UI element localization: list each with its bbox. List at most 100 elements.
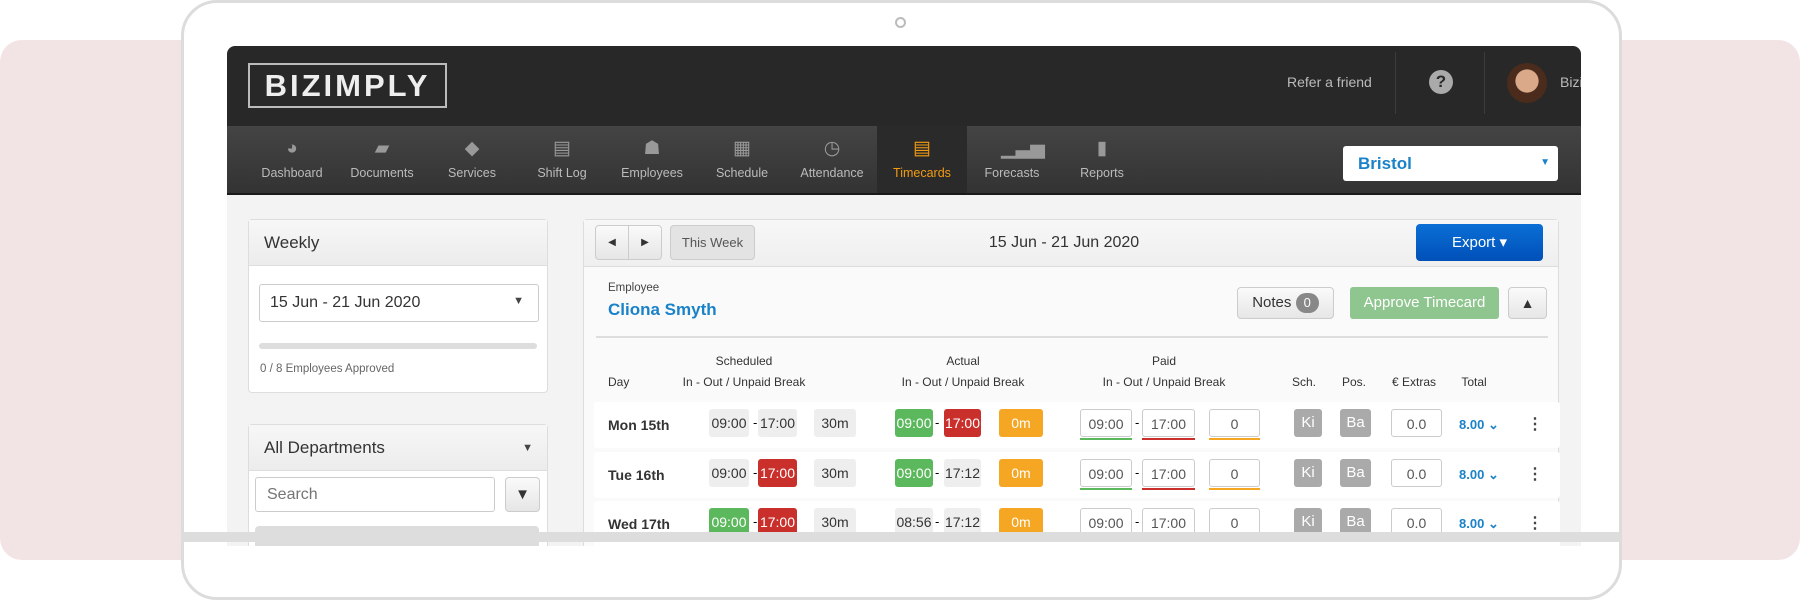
nav-label: Timecards <box>893 166 951 180</box>
extras-input[interactable]: 0.0 <box>1391 409 1442 437</box>
total-value: 8.00 <box>1459 516 1485 531</box>
forecasts-icon: ▁▃▅ <box>1001 138 1045 159</box>
employees-icon: ☗ <box>643 138 661 159</box>
refer-a-friend-link[interactable]: Refer a friend <box>1287 74 1372 90</box>
nav-item-timecards[interactable]: ▤ Timecards <box>877 126 967 193</box>
export-button[interactable]: Export ▾ <box>1416 224 1543 261</box>
caret-down-icon: ▼ <box>513 295 524 307</box>
dash: - <box>935 415 940 430</box>
total-value: 8.00 <box>1459 417 1485 432</box>
more-options-icon[interactable]: ⋮ <box>1527 513 1543 533</box>
chevron-down-icon: ⌄ <box>1487 467 1499 482</box>
nav-item-shift-log[interactable]: ▤ Shift Log <box>517 126 607 193</box>
dash: - <box>935 465 940 480</box>
dashboard-icon: ◕ <box>286 138 298 159</box>
filter-button[interactable]: ▼ <box>505 477 540 512</box>
departments-panel: All Departments ▼ ▼ <box>248 424 548 546</box>
timecard-panel: ◀ ▶ This Week 15 Jun - 21 Jun 2020 Expor… <box>583 219 1560 546</box>
position-badge: Ba <box>1340 409 1371 437</box>
paid-in-input[interactable]: 09:00 <box>1080 459 1132 487</box>
week-range-label: 15 Jun - 21 Jun 2020 <box>988 234 1140 251</box>
schedule-badge: Ki <box>1294 409 1322 437</box>
attendance-icon: ◷ <box>823 138 841 159</box>
in-indicator <box>1080 488 1132 490</box>
location-select[interactable]: Bristol ▼ <box>1343 146 1558 181</box>
caret-down-icon: ▼ <box>522 442 533 454</box>
actual-out: 17:12 <box>944 459 981 487</box>
nav-item-forecasts[interactable]: ▁▃▅ Forecasts <box>967 126 1057 193</box>
break-indicator <box>1209 488 1260 490</box>
departments-select[interactable]: All Departments ▼ <box>249 425 547 471</box>
total-dropdown[interactable]: 8.00 ⌄ <box>1459 516 1499 532</box>
divider <box>1395 52 1396 114</box>
position-badge: Ba <box>1340 459 1371 487</box>
reports-icon: ▮ <box>1096 138 1108 159</box>
more-options-icon[interactable]: ⋮ <box>1527 414 1543 434</box>
nav-item-services[interactable]: ◆ Services <box>427 126 517 193</box>
paid-in-input[interactable]: 09:00 <box>1080 409 1132 437</box>
table-row: Mon 15th 09:00-17:00 30m 09:00-17:00 0m 09:00… <box>594 402 1560 448</box>
in-indicator <box>1080 438 1132 440</box>
approve-timecard-button[interactable]: Approve Timecard <box>1350 287 1499 319</box>
paid-out-input[interactable]: 17:00 <box>1142 409 1195 437</box>
warning-icon: ▲ <box>1520 295 1535 311</box>
dash: - <box>753 415 758 430</box>
logo[interactable]: BIZIMPLY <box>248 63 447 108</box>
schedule-icon: ▦ <box>733 138 751 159</box>
week-range-value: 15 Jun - 21 Jun 2020 <box>270 294 421 311</box>
nav-item-reports[interactable]: ▮ Reports <box>1057 126 1147 193</box>
actual-in: 09:00 <box>895 409 933 437</box>
col-total: Total <box>1461 375 1487 389</box>
prev-week-button[interactable]: ◀ <box>595 225 629 260</box>
total-dropdown[interactable]: 8.00 ⌄ <box>1459 467 1499 483</box>
row-day: Tue 16th <box>608 467 665 483</box>
employee-name[interactable]: Cliona Smyth <box>608 300 717 320</box>
dash: - <box>1135 514 1140 529</box>
paid-out-input[interactable]: 17:00 <box>1142 459 1195 487</box>
dash: - <box>753 465 758 480</box>
user-name[interactable]: Bizi <box>1560 74 1581 90</box>
divider <box>596 336 1548 338</box>
total-dropdown[interactable]: 8.00 ⌄ <box>1459 417 1499 433</box>
warning-button[interactable]: ▲ <box>1508 287 1547 319</box>
timecard-toolbar: ◀ ▶ This Week 15 Jun - 21 Jun 2020 Expor… <box>584 220 1558 267</box>
notes-count-badge: 0 <box>1295 293 1319 313</box>
week-range-select[interactable]: 15 Jun - 21 Jun 2020 ▼ <box>259 284 539 322</box>
services-icon: ◆ <box>464 138 480 159</box>
nav-item-documents[interactable]: ▰ Documents <box>337 126 427 193</box>
timecards-icon: ▤ <box>913 138 931 159</box>
actual-break: 0m <box>999 409 1043 437</box>
search-input[interactable] <box>255 477 495 512</box>
nav-item-attendance[interactable]: ◷ Attendance <box>787 126 877 193</box>
nav-item-employees[interactable]: ☗ Employees <box>607 126 697 193</box>
avatar[interactable] <box>1507 63 1547 103</box>
nav-label: Services <box>448 166 496 180</box>
app-screen: BIZIMPLY Refer a friend ? Bizi ◕ Dashboar… <box>227 46 1581 546</box>
nav-label: Employees <box>621 166 683 180</box>
location-value: Bristol <box>1358 154 1412 173</box>
help-icon[interactable]: ? <box>1429 70 1453 94</box>
approval-progress-bar <box>259 343 537 349</box>
scheduled-in: 09:00 <box>709 409 749 437</box>
caret-right-icon: ▶ <box>641 237 649 248</box>
actual-in: 09:00 <box>895 459 933 487</box>
schedule-badge: Ki <box>1294 459 1322 487</box>
nav-item-schedule[interactable]: ▦ Schedule <box>697 126 787 193</box>
nav-item-dashboard[interactable]: ◕ Dashboard <box>247 126 337 193</box>
more-options-icon[interactable]: ⋮ <box>1527 464 1543 484</box>
top-header: BIZIMPLY Refer a friend ? Bizi <box>227 46 1581 126</box>
notes-button[interactable]: Notes 0 <box>1237 287 1334 319</box>
paid-break-input[interactable]: 0 <box>1209 459 1260 487</box>
nav-label: Attendance <box>800 166 864 180</box>
col-actual-sub: In - Out / Unpaid Break <box>901 375 1025 389</box>
chevron-down-icon: ⌄ <box>1487 417 1499 432</box>
col-extras: € Extras <box>1391 375 1436 389</box>
next-week-button[interactable]: ▶ <box>628 225 662 260</box>
nav-label: Reports <box>1080 166 1124 180</box>
this-week-button[interactable]: This Week <box>670 225 755 260</box>
extras-input[interactable]: 0.0 <box>1391 459 1442 487</box>
weekly-panel: Weekly 15 Jun - 21 Jun 2020 ▼ 0 / 8 Emplo… <box>248 219 548 393</box>
col-scheduled: Scheduled <box>715 354 773 368</box>
col-day: Day <box>608 375 630 389</box>
paid-break-input[interactable]: 0 <box>1209 409 1260 437</box>
